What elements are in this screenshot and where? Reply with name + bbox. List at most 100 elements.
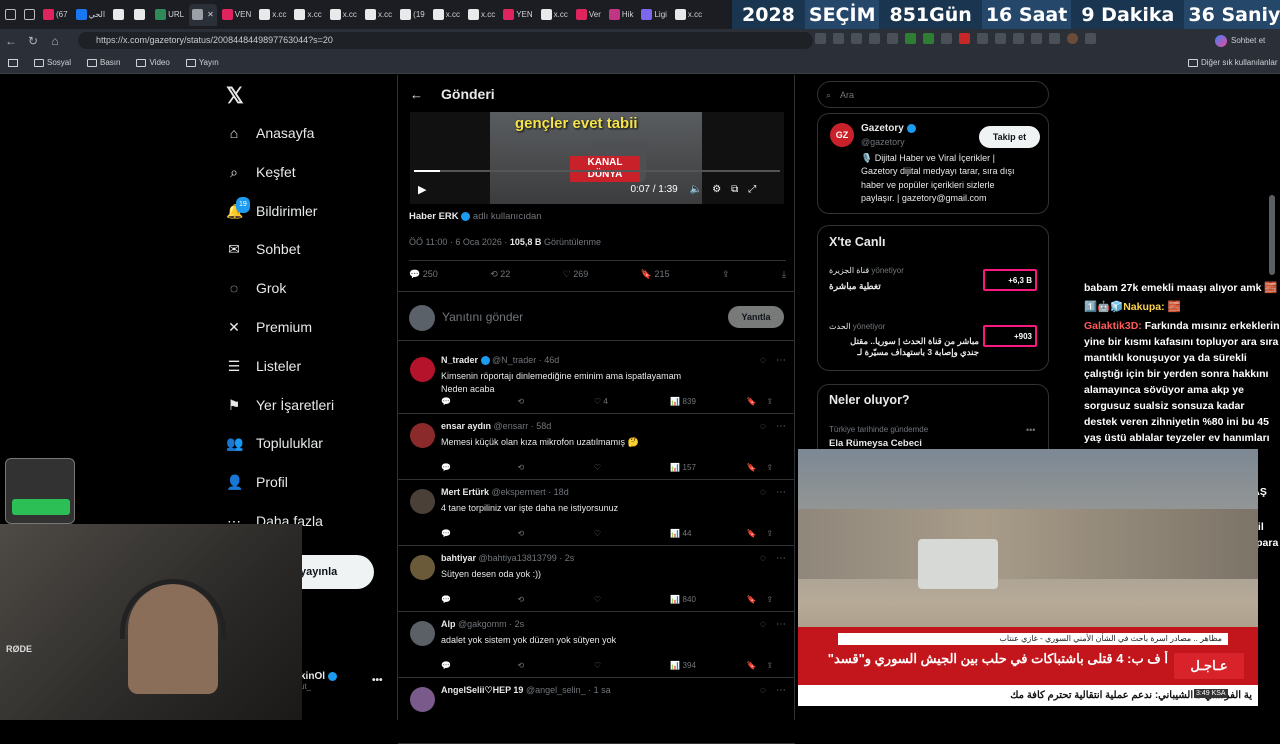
more-options-icon[interactable]: ⋯ [776,355,786,366]
scrollbar[interactable] [1269,195,1275,275]
comment-item[interactable]: Mert Ertürk @ekspermert · 18d 4 tane torp… [398,480,795,546]
menu-dots-icon[interactable] [1085,33,1096,44]
avatar[interactable] [410,621,435,646]
avatar[interactable] [410,687,435,712]
repost-icon[interactable]: ⟲ [517,397,593,406]
more-options-icon[interactable]: ⋯ [776,553,786,564]
fullscreen-icon[interactable]: ⤢ [748,184,756,195]
bookmark-folder-video[interactable]: Video [136,58,170,67]
comment-author[interactable]: bahtiyar @bahtiya13813799 · 2s [441,553,574,563]
repost-icon[interactable]: ⟲ [517,463,593,472]
browser-tab[interactable]: YEN [500,4,535,26]
browser-tab[interactable]: Ligi [638,4,669,26]
browser-tab[interactable]: x.cc [327,4,360,26]
nav-item[interactable]: ⚑ Yer İşaretleri [226,397,334,413]
browser-tab[interactable]: x.cc [465,4,498,26]
grok-icon[interactable]: ◌ [760,553,766,564]
extension-icon[interactable] [869,33,880,44]
comment-author[interactable]: AngelSelii♡HEP 19 @angel_selin_ · 1 sa [441,685,611,696]
comment-item[interactable]: ensar aydın @ensarr · 58d Memesi küçük ol… [398,414,795,480]
repost-icon[interactable]: ⟲ [517,595,593,604]
avatar[interactable] [410,555,435,580]
browser-tab[interactable]: URL [152,4,187,26]
share-icon[interactable]: ⇪ [766,529,786,538]
avatar[interactable] [410,489,435,514]
reply-icon[interactable]: 💬 [441,529,517,538]
comment-item[interactable]: Alp @gakgomm · 2s adalet yok sistem yok d… [398,612,795,678]
follow-button[interactable]: Takip et [979,126,1040,148]
browser-tab[interactable]: x.cc [362,4,395,26]
collections-icon[interactable] [1031,33,1042,44]
volume-icon[interactable]: 🔈 [690,184,702,195]
live-item[interactable]: الحدث yönetiyor مباشر من قناة الحدث | سو… [829,322,1039,364]
browser-tab[interactable]: x.cc [672,4,705,26]
video-progress-bar[interactable] [414,170,780,172]
extension-icon[interactable] [923,33,934,44]
downloads-icon[interactable] [1049,33,1060,44]
nav-item[interactable]: ✉ Sohbet [226,241,300,257]
settings-icon[interactable]: ⚙ [712,184,721,195]
browser-tab[interactable]: x.cc [291,4,324,26]
browser-tab[interactable]: VEN [219,4,254,26]
profile-avatar-icon[interactable] [1067,33,1078,44]
reply-input[interactable]: Yanıtını gönder [442,310,523,324]
grok-icon[interactable]: ◌ [760,685,766,696]
avatar[interactable] [410,423,435,448]
like-icon[interactable]: ♡ [594,463,670,472]
avatar[interactable] [410,357,435,382]
comment-item[interactable]: bahtiyar @bahtiya13813799 · 2s Sütyen des… [398,546,795,612]
reply-icon[interactable]: 💬 [441,397,517,406]
like-action[interactable]: ♡ 269 [563,269,589,280]
nav-item[interactable]: ⌂ Anasayfa [226,125,315,141]
refresh-icon[interactable]: ↻ [22,34,44,48]
browser-tab[interactable]: Ver [573,4,604,26]
nav-item[interactable]: 👥 Topluluklar [226,435,323,451]
back-icon[interactable]: ← [0,34,22,48]
bookmark-icon[interactable]: 🔖 [747,595,767,604]
extension-icon[interactable] [905,33,916,44]
comment-author[interactable]: Mert Ertürk @ekspermert · 18d [441,487,569,497]
like-icon[interactable]: ♡ [594,529,670,538]
grok-icon[interactable]: ◌ [760,355,766,366]
browser-tab[interactable]: ✕ [189,3,217,26]
bookmark-folder-basin[interactable]: Basın [87,58,120,67]
share-icon[interactable]: ⇪ [766,397,786,406]
back-arrow-icon[interactable]: ← [410,87,423,102]
download-icon[interactable]: ⤓ [782,269,786,280]
extension-icon[interactable] [941,33,952,44]
extension-icon[interactable] [815,33,826,44]
profile-name[interactable]: Gazetory [861,123,916,134]
views-icon[interactable]: 📊 394 [670,661,746,670]
bookmark-action[interactable]: 🔖 215 [641,269,670,280]
comment-author[interactable]: N_trader @N_trader · 46d [441,355,559,366]
video-player[interactable]: gençler evet tabii KANAL DÜNYA ▶ 0:07 / … [410,112,784,204]
comment-item[interactable]: N_trader @N_trader · 46d Kimsenin röporta… [398,348,795,414]
home-browser-icon[interactable]: ⌂ [44,34,66,48]
bookmark-folder-sosyal[interactable]: Sosyal [34,58,71,67]
extension-icon[interactable] [887,33,898,44]
browser-tab[interactable]: x.cc [538,4,571,26]
browser-menu-icon[interactable] [2,4,38,26]
grok-icon[interactable]: ◌ [760,487,766,498]
other-bookmarks[interactable]: Diğer sık kullanılanlar [1188,58,1277,67]
search-input[interactable]: ⌕ Ara [817,81,1049,108]
views-icon[interactable]: 📊 157 [670,463,746,472]
bookmark-icon[interactable]: 🔖 [747,463,767,472]
like-icon[interactable]: ♡ [594,595,670,604]
bookmarks-toggle-icon[interactable] [8,58,18,67]
like-icon[interactable]: ♡ [594,661,670,670]
comment-author[interactable]: ensar aydın @ensarr · 58d [441,421,551,431]
browser-tab[interactable]: الحي [73,4,109,26]
grok-icon[interactable]: ◌ [760,421,766,432]
nav-item[interactable]: 👤 Profil [226,474,288,490]
nav-item[interactable]: ◌ Grok [226,280,287,296]
close-tab-icon[interactable]: ✕ [207,10,214,19]
browser-tab[interactable] [131,4,150,26]
reply-action[interactable]: 💬 250 [409,269,438,280]
extension-icon[interactable] [977,33,988,44]
browser-tab[interactable]: x.cc [430,4,463,26]
nav-item[interactable]: 🔔 19 Bildirimler [226,196,317,219]
more-options-icon[interactable]: ⋯ [776,619,786,630]
browser-tab[interactable]: Hik [606,4,637,26]
nav-item[interactable]: ☰ Listeler [226,358,301,374]
